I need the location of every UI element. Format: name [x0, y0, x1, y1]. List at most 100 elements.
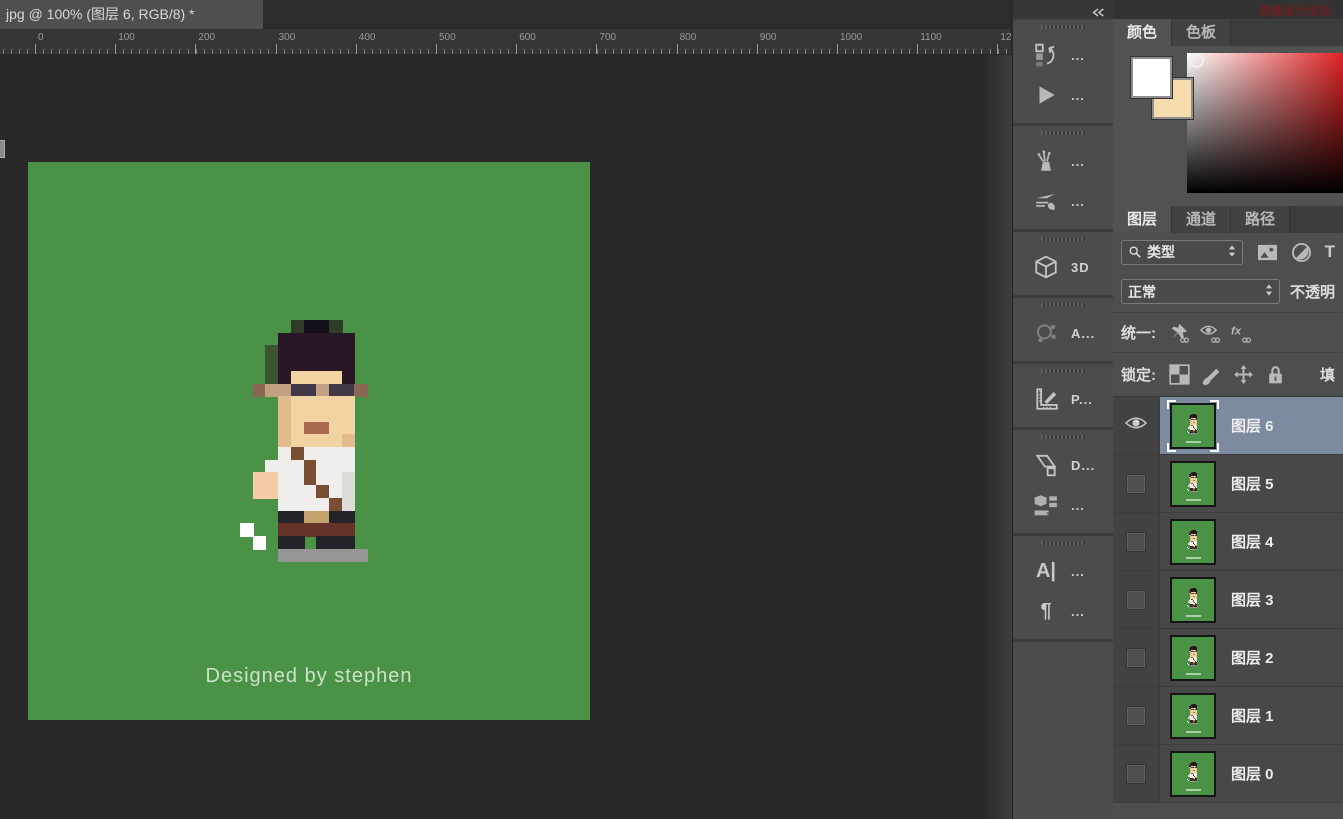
lock-all-padlock-icon[interactable] [1265, 364, 1286, 385]
unify-label: 统一: [1121, 322, 1156, 343]
layer-visibility-toggle[interactable] [1113, 745, 1160, 802]
panel-group-grip[interactable] [1041, 303, 1085, 307]
document-tabbar: jpg @ 100% (图层 6, RGB/8) * [0, 0, 1013, 29]
lock-pixels-brush-icon[interactable] [1201, 364, 1222, 385]
dropdown-arrows-icon [1220, 244, 1236, 261]
tool-groups: ............ 3D A... P... D...... A|...¶... [1013, 20, 1113, 819]
layer-visibility-toggle[interactable] [1113, 571, 1160, 628]
layer-thumbnail[interactable] [1170, 461, 1216, 507]
panel-icon-column: ............ 3D A... P... D...... A|...¶... [1013, 0, 1113, 819]
layer-row[interactable]: 图层 0 [1113, 745, 1343, 803]
layer-name: 图层 2 [1231, 647, 1274, 668]
visibility-checkbox[interactable] [1126, 764, 1146, 784]
thumbnail-caption-dash [1186, 673, 1201, 675]
panel-button-char-panel[interactable]: A|... [1013, 551, 1113, 591]
panel-button-label: ... [1071, 154, 1085, 169]
canvas[interactable]: Designed by stephen [28, 162, 590, 720]
foreground-color-swatch[interactable] [1131, 57, 1172, 98]
tab-swatches[interactable]: 色板 [1172, 19, 1231, 46]
layer-thumb-wrap [1160, 519, 1216, 565]
layer-visibility-toggle[interactable] [1113, 629, 1160, 686]
tab-channels[interactable]: 通道 [1172, 206, 1231, 233]
layer-thumb-wrap [1160, 403, 1216, 449]
lock-position-move-icon[interactable] [1233, 364, 1254, 385]
thumbnail-caption-dash [1186, 615, 1201, 617]
panel-group: A... [1013, 298, 1113, 361]
thumbnail-caption-dash [1186, 789, 1201, 791]
layers-panel: 图层 通道 路径 类型 T 正常 [1113, 206, 1343, 819]
horizontal-ruler[interactable]: 0100200300400500600700800900100011001200 [0, 29, 1011, 55]
panel-button-shapes[interactable]: D... [1013, 445, 1113, 485]
tab-color[interactable]: 颜色 [1113, 19, 1172, 46]
panel-button-label: ... [1071, 88, 1085, 103]
panel-button-cube-3d[interactable]: 3D [1013, 247, 1113, 287]
panel-group-grip[interactable] [1041, 435, 1085, 439]
filter-pixel-layers-icon[interactable] [1257, 242, 1278, 263]
layer-visibility-toggle[interactable] [1113, 687, 1160, 744]
color-panel-tabs: 颜色 色板 [1113, 19, 1343, 46]
ruler-label: 400 [359, 32, 376, 43]
layer-thumbnail[interactable] [1170, 751, 1216, 797]
adjust-globe-icon [1029, 318, 1063, 348]
layer-thumbnail[interactable] [1170, 635, 1216, 681]
panel-button-paragraph[interactable]: ¶... [1013, 591, 1113, 631]
cube-3d-icon [1029, 252, 1063, 282]
document-tab[interactable]: jpg @ 100% (图层 6, RGB/8) * [0, 0, 264, 29]
visibility-checkbox[interactable] [1126, 590, 1146, 610]
layer-row[interactable]: 图层 1 [1113, 687, 1343, 745]
layer-visibility-toggle[interactable] [1113, 513, 1160, 570]
panel-button-cube-list[interactable]: ... [1013, 485, 1113, 525]
unify-position-pin-icon[interactable] [1168, 322, 1189, 343]
filter-type-layers-icon[interactable]: T [1325, 242, 1335, 262]
panel-group: ...... [1013, 126, 1113, 229]
toolbar-edge-sliver [0, 140, 5, 158]
tab-paths[interactable]: 路径 [1231, 206, 1290, 233]
layer-thumbnail[interactable] [1170, 577, 1216, 623]
panel-group-grip[interactable] [1041, 131, 1085, 135]
tab-layers[interactable]: 图层 [1113, 206, 1172, 233]
visibility-checkbox[interactable] [1126, 648, 1146, 668]
unify-row: 统一: fx [1113, 313, 1343, 353]
layer-row[interactable]: 图层 3 [1113, 571, 1343, 629]
layer-thumb-wrap [1160, 461, 1216, 507]
collapse-panels-icon[interactable] [1091, 4, 1105, 21]
shapes-icon [1029, 450, 1063, 480]
play-icon [1029, 80, 1063, 110]
layer-visibility-toggle[interactable] [1113, 397, 1160, 454]
brush-settings-icon [1029, 186, 1063, 216]
layer-row[interactable]: 图层 6 [1113, 397, 1343, 455]
panel-button-history[interactable]: ... [1013, 35, 1113, 75]
layer-thumbnail[interactable] [1170, 693, 1216, 739]
panel-button-brush-cup[interactable]: ... [1013, 141, 1113, 181]
visibility-checkbox[interactable] [1126, 706, 1146, 726]
panel-group-grip[interactable] [1041, 25, 1085, 29]
layer-name: 图层 0 [1231, 763, 1274, 784]
unify-effects-fx-icon[interactable]: fx [1230, 322, 1251, 343]
visibility-checkbox[interactable] [1126, 474, 1146, 494]
color-picker-field[interactable] [1187, 53, 1343, 193]
panel-group-grip[interactable] [1041, 541, 1085, 545]
layer-row[interactable]: 图层 2 [1113, 629, 1343, 687]
layer-thumbnail[interactable] [1170, 519, 1216, 565]
unify-visibility-eye-icon[interactable] [1199, 322, 1220, 343]
color-picker-marker[interactable] [1189, 53, 1204, 68]
filter-adjustment-layers-icon[interactable] [1291, 242, 1312, 263]
panel-button-adjust-globe[interactable]: A... [1013, 313, 1113, 353]
panel-button-brush-settings[interactable]: ... [1013, 181, 1113, 221]
panel-button-ruler-pencil[interactable]: P... [1013, 379, 1113, 419]
lock-transparency-icon[interactable] [1169, 364, 1190, 385]
layer-row[interactable]: 图层 5 [1113, 455, 1343, 513]
layer-row[interactable]: 图层 4 [1113, 513, 1343, 571]
ruler-label: 900 [760, 32, 777, 43]
panel-button-play[interactable]: ... [1013, 75, 1113, 115]
panel-group-grip[interactable] [1041, 237, 1085, 241]
layer-visibility-toggle[interactable] [1113, 455, 1160, 512]
layer-filter-dropdown[interactable]: 类型 [1121, 240, 1243, 265]
panel-button-label: D... [1071, 458, 1095, 473]
layer-thumbnail[interactable] [1170, 403, 1216, 449]
visibility-checkbox[interactable] [1126, 532, 1146, 552]
panel-group-grip[interactable] [1041, 369, 1085, 373]
blend-mode-dropdown[interactable]: 正常 [1121, 279, 1280, 304]
panel-group: P... [1013, 364, 1113, 427]
svg-text:fx: fx [1231, 325, 1242, 337]
